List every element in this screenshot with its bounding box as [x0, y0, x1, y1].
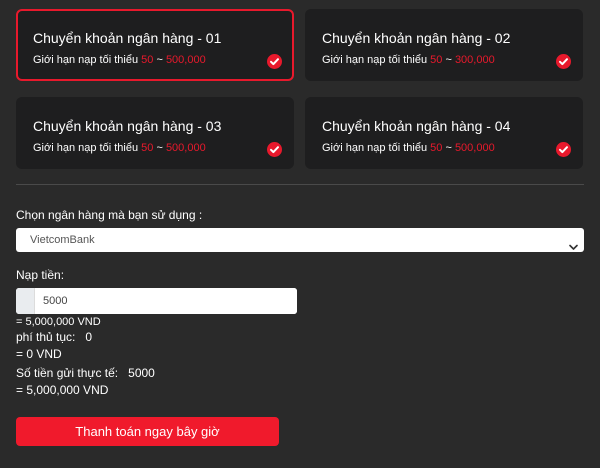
card-title: Chuyển khoản ngân hàng - 03 [33, 118, 222, 134]
bank-select-label: Chọn ngân hàng mà bạn sử dụng : [16, 208, 203, 222]
actual-value: 5000 [128, 366, 155, 380]
fee-value: 0 [85, 330, 93, 344]
deposit-amount-input[interactable] [35, 288, 297, 314]
actual-row: Số tiền gửi thực tế: 5000 [16, 366, 155, 380]
check-circle-icon [267, 54, 282, 69]
bank-card-04[interactable]: Chuyển khoản ngân hàng - 04 Giới hạn nạp… [305, 97, 583, 169]
fee-row: phí thủ tục: 0 [16, 330, 92, 344]
check-circle-icon [267, 142, 282, 157]
card-limit: Giới hạn nạp tối thiểu 50 ~ 500,000 [33, 142, 206, 154]
section-divider [16, 184, 584, 185]
card-limit: Giới hạn nạp tối thiểu 50 ~ 300,000 [322, 54, 495, 66]
bank-card-03[interactable]: Chuyển khoản ngân hàng - 03 Giới hạn nạp… [16, 97, 294, 169]
pay-now-button[interactable]: Thanh toán ngay bây giờ [16, 417, 279, 446]
fee-label: phí thủ tục: [16, 330, 76, 344]
deposit-input-group [16, 288, 297, 314]
card-title: Chuyển khoản ngân hàng - 02 [322, 30, 511, 46]
check-circle-icon [556, 142, 571, 157]
actual-converted: = 5,000,000 VND [16, 383, 109, 397]
bank-select[interactable]: VietcomBank [16, 228, 584, 252]
fee-converted: = 0 VND [16, 347, 62, 361]
chevron-down-icon [569, 236, 578, 260]
deposit-converted: = 5,000,000 VND [16, 316, 101, 328]
bank-card-02[interactable]: Chuyển khoản ngân hàng - 02 Giới hạn nạp… [305, 9, 583, 81]
bank-select-value: VietcomBank [30, 234, 95, 246]
actual-label: Số tiền gửi thực tế: [16, 366, 119, 380]
card-title: Chuyển khoản ngân hàng - 01 [33, 30, 222, 46]
input-addon [16, 288, 35, 314]
deposit-label: Nạp tiền: [16, 268, 65, 282]
bank-card-01[interactable]: Chuyển khoản ngân hàng - 01 Giới hạn nạp… [16, 9, 294, 81]
check-circle-icon [556, 54, 571, 69]
card-limit: Giới hạn nạp tối thiểu 50 ~ 500,000 [322, 142, 495, 154]
card-title: Chuyển khoản ngân hàng - 04 [322, 118, 511, 134]
card-limit: Giới hạn nạp tối thiểu 50 ~ 500,000 [33, 54, 206, 66]
